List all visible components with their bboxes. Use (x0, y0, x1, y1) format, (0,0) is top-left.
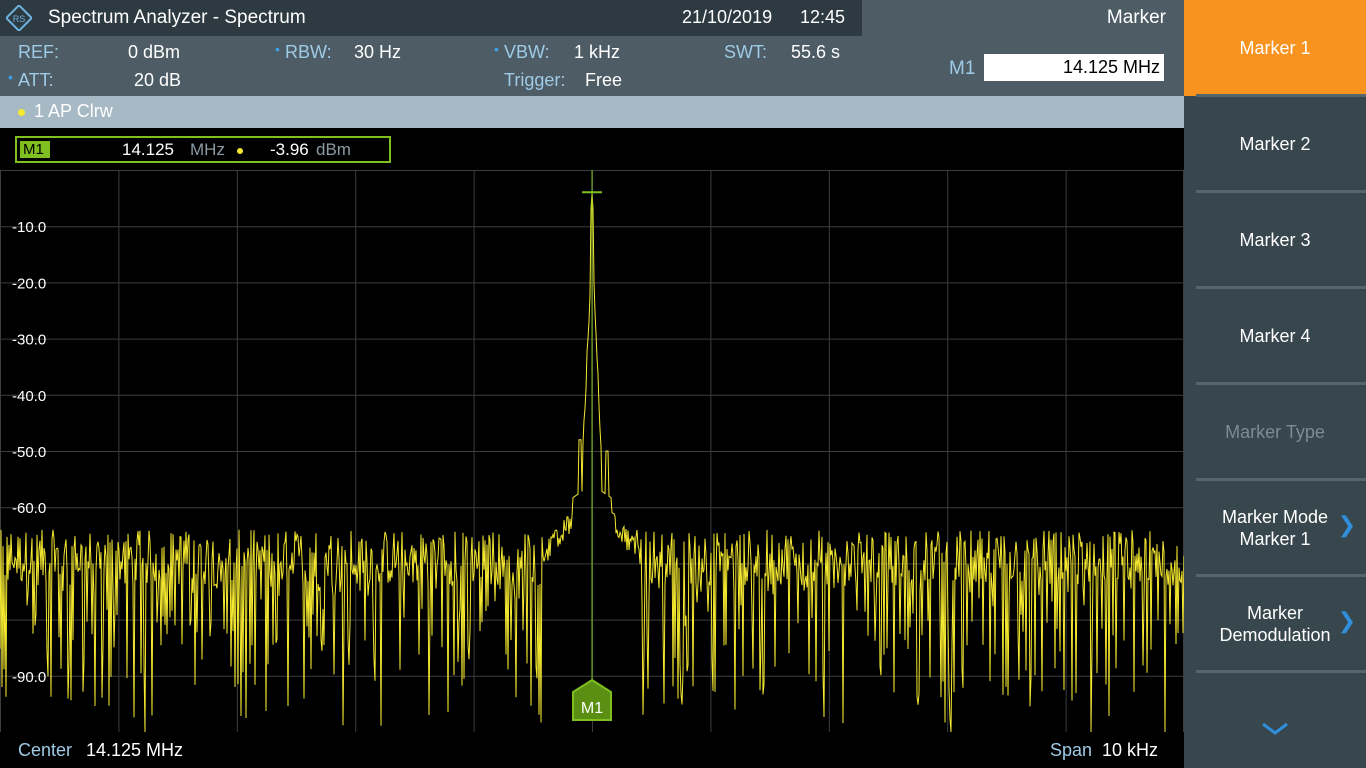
title-bar: RS Spectrum Analyzer - Spectrum 21/10/20… (0, 0, 862, 36)
softkey-marker-mode[interactable]: Marker Mode Marker 1 ❯ (1184, 480, 1366, 576)
trace-label: 1 AP Clrw (34, 101, 113, 121)
y-tick-label: -10.0 (12, 219, 46, 236)
softkey-label: Marker Mode Marker 1 (1221, 507, 1329, 549)
center-frequency-label: Center (18, 740, 73, 760)
time-display: 12:45 (800, 7, 846, 27)
softkey-divider (1196, 670, 1366, 673)
trigger-label: Trigger: (504, 70, 566, 90)
marker-panel-heading: Marker (1106, 7, 1166, 28)
softkey-label: Marker Type (1225, 422, 1325, 442)
spectrum-plot[interactable]: -10.0 -20.0 -30.0 -40.0 -50.0 -60.0 -90.0 M1 (0, 170, 1184, 732)
att-modified-dot: • (8, 69, 13, 85)
marker-table-row[interactable]: M1 14.125 MHz -3.96 dBm (15, 136, 391, 163)
m1-field-label: M1 (949, 58, 976, 79)
vbw-value: 1 kHz (574, 42, 621, 62)
frequency-axis-bar: Center 14.125 MHz Span 10 kHz (0, 732, 1184, 768)
softkey-marker-1[interactable]: Marker 1 (1184, 0, 1366, 96)
marker-table: M1 14.125 MHz -3.96 dBm (0, 128, 1184, 170)
span-value[interactable]: 10 kHz (1102, 740, 1158, 761)
vbw-modified-dot: • (494, 41, 499, 57)
softkey-label: Marker 4 (1239, 326, 1311, 346)
y-tick-label: -50.0 (12, 444, 46, 461)
trace-color-dot (18, 109, 25, 116)
m1-frequency-input[interactable] (984, 54, 1164, 81)
softkey-marker-2[interactable]: Marker 2 (1184, 96, 1366, 192)
softkey-label: Marker Demodulation (1219, 603, 1331, 645)
rbw-label: RBW: (285, 42, 332, 62)
marker-trace-dot (237, 148, 243, 154)
y-tick-labels: -10.0 -20.0 -30.0 -40.0 -50.0 -60.0 -90.0 (12, 219, 46, 686)
rbw-value: 30 Hz (354, 42, 402, 62)
att-value: 20 dB (134, 70, 182, 90)
y-tick-label: -30.0 (12, 332, 46, 349)
app-title: Spectrum Analyzer - Spectrum (48, 7, 306, 28)
trace-info-bar[interactable]: 1 AP Clrw (0, 96, 1184, 128)
chevron-right-icon: ❯ (1337, 608, 1356, 633)
marker-frequency-value: 14.125 (122, 140, 174, 159)
swt-value: 55.6 s (791, 42, 841, 62)
date-display: 21/10/2019 (682, 7, 773, 27)
swt-label: SWT: (724, 42, 767, 62)
rohde-schwarz-logo-icon: RS (6, 5, 32, 31)
svg-text:RS: RS (13, 14, 26, 24)
softkey-label: Marker 2 (1239, 134, 1311, 154)
chevron-down-icon (1262, 722, 1288, 735)
marker-flag-label: M1 (581, 700, 603, 717)
marker-frequency-unit: MHz (190, 140, 225, 159)
marker-level-value: -3.96 (270, 140, 309, 159)
ref-value: 0 dBm (128, 42, 181, 62)
att-label: ATT: (18, 70, 54, 90)
marker-edit-panel: Marker M1 (862, 0, 1184, 96)
softkey-marker-demodulation[interactable]: Marker Demodulation ❯ (1184, 576, 1366, 672)
y-tick-label: -60.0 (12, 500, 46, 517)
softkey-marker-type: Marker Type (1184, 384, 1366, 480)
softkey-label: Marker 1 (1239, 38, 1311, 58)
marker-level-unit: dBm (316, 140, 351, 159)
measurement-settings-bar[interactable]: REF: 0 dBm • ATT: 20 dB • RBW: 30 Hz • V… (0, 36, 862, 96)
marker-tag: M1 (20, 141, 50, 158)
y-tick-label: -20.0 (12, 275, 46, 292)
softkey-marker-3[interactable]: Marker 3 (1184, 192, 1366, 288)
chevron-right-icon: ❯ (1337, 512, 1356, 537)
softkey-scroll-down[interactable] (1184, 690, 1366, 768)
ref-label: REF: (18, 42, 60, 62)
trigger-value: Free (585, 70, 623, 90)
vbw-label: VBW: (504, 42, 550, 62)
y-tick-label: -40.0 (12, 388, 46, 405)
softkey-panel: Marker 1 Marker 2 Marker 3 Marker 4 Mark… (1184, 0, 1366, 768)
y-tick-label: -90.0 (12, 669, 46, 686)
center-frequency-value[interactable]: 14.125 MHz (86, 740, 183, 761)
softkey-label: Marker 3 (1239, 230, 1311, 250)
rbw-modified-dot: • (275, 41, 280, 57)
softkey-marker-4[interactable]: Marker 4 (1184, 288, 1366, 384)
span-label: Span (1050, 740, 1093, 760)
